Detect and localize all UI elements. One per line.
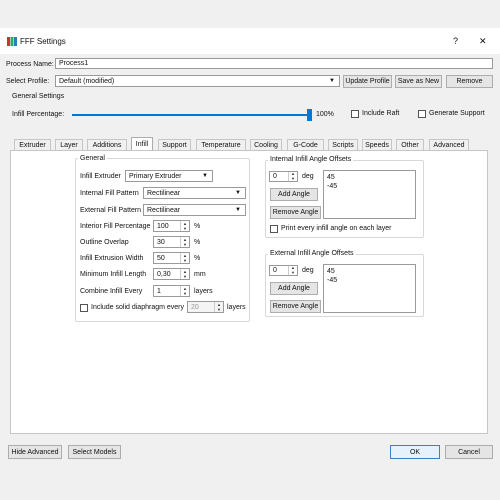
select-profile-label: Select Profile: [6,78,50,85]
combine-infill-value: 1 [157,287,161,295]
select-models-button[interactable]: Select Models [68,445,121,459]
infill-percentage-value: 100% [316,111,334,118]
internal-angle-list[interactable]: 45 -45 [323,170,416,219]
help-icon[interactable]: ? [453,36,458,46]
minimum-infill-length-label: Minimum Infill Length [80,271,147,278]
internal-remove-angle-button[interactable]: Remove Angle [270,206,321,219]
interior-fill-percentage-label: Interior Fill Percentage [80,223,151,230]
hide-advanced-button[interactable]: Hide Advanced [8,445,62,459]
app-icon [7,37,17,48]
chevron-down-icon: ▼ [202,173,208,179]
infill-extrusion-width-spinbox[interactable]: 50 ▲ ▼ [153,252,190,264]
list-item[interactable]: 45 [327,173,412,182]
minimum-infill-length-spinbox[interactable]: 0,30 ▲ ▼ [153,268,190,280]
internal-fill-pattern-label: Internal Fill Pattern [80,190,139,197]
interior-fill-percentage-spinbox[interactable]: 100 ▲ ▼ [153,220,190,232]
combine-infill-spinbox[interactable]: 1 ▲ ▼ [153,285,190,297]
external-angle-spinbox[interactable]: 0 ▲ ▼ [269,265,298,276]
minimum-infill-length-unit: mm [194,271,206,278]
profile-dropdown-value: Default (modified) [59,77,115,85]
external-fill-pattern-dropdown[interactable]: Rectilinear ▼ [143,204,246,216]
solid-diaphragm-value: 20 [191,303,199,311]
save-as-new-button[interactable]: Save as New [395,75,442,88]
spin-arrows-icon[interactable]: ▲ ▼ [288,172,297,181]
spin-arrows-icon[interactable]: ▲ ▼ [180,286,189,296]
print-every-angle-checkbox[interactable] [270,225,278,233]
infill-extrusion-width-value: 50 [157,254,165,262]
infill-slider-fill [72,114,312,116]
tab-infill[interactable]: Infill [131,137,153,151]
combine-infill-unit: layers [194,288,213,295]
infill-percentage-label: Infill Percentage: [12,111,65,118]
internal-angle-spinbox[interactable]: 0 ▲ ▼ [269,171,298,182]
profile-dropdown[interactable]: Default (modified) ▼ [55,75,340,87]
internal-angle-spin-value: 0 [273,173,277,180]
process-name-input[interactable]: Process1 [55,58,493,69]
internal-fill-pattern-dropdown[interactable]: Rectilinear ▼ [143,187,246,199]
generate-support-checkbox[interactable] [418,110,426,118]
infill-extruder-value: Primary Extruder [129,172,182,180]
infill-extrusion-width-unit: % [194,255,201,262]
internal-angles-title: Internal Infill Angle Offsets [268,156,354,163]
solid-diaphragm-spinbox[interactable]: 20 ▲ ▼ [187,301,224,313]
fff-settings-window: FFF Settings ? ✕ Process Name: Process1 … [0,0,500,500]
cancel-button[interactable]: Cancel [445,445,493,459]
interior-fill-percentage-value: 100 [157,222,169,230]
generate-support-label: Generate Support [429,110,485,117]
spin-arrows-icon[interactable]: ▲ ▼ [214,302,223,312]
external-angle-unit: deg [302,267,314,274]
external-fill-pattern-label: External Fill Pattern [80,207,142,214]
title-bar: FFF Settings ? ✕ [0,28,500,54]
solid-diaphragm-unit: layers [227,304,246,311]
infill-slider-handle[interactable] [307,109,312,121]
combine-infill-label: Combine Infill Every [80,288,143,295]
solid-diaphragm-checkbox[interactable] [80,304,88,312]
chevron-down-icon: ▼ [329,78,335,84]
spin-arrows-icon[interactable]: ▲ ▼ [180,221,189,231]
print-every-angle-label: Print every infill angle on each layer [281,225,392,232]
list-item[interactable]: -45 [327,182,412,191]
include-raft-label: Include Raft [362,110,400,117]
outline-overlap-unit: % [194,239,201,246]
minimum-infill-length-value: 0,30 [157,270,171,278]
solid-diaphragm-label: Include solid diaphragm every [91,304,184,311]
external-add-angle-button[interactable]: Add Angle [270,282,318,295]
infill-extruder-label: Infill Extruder [80,173,121,180]
process-name-label: Process Name: [6,61,54,68]
window-title: FFF Settings [20,37,66,46]
spin-arrows-icon[interactable]: ▲ ▼ [180,253,189,263]
chevron-down-icon: ▼ [235,207,241,213]
remove-profile-button[interactable]: Remove [446,75,493,88]
infill-extruder-dropdown[interactable]: Primary Extruder ▼ [125,170,213,182]
close-icon[interactable]: ✕ [479,36,487,47]
spin-arrows-icon[interactable]: ▲ ▼ [180,237,189,247]
internal-angle-unit: deg [302,173,314,180]
chevron-down-icon: ▼ [235,190,241,196]
include-raft-checkbox[interactable] [351,110,359,118]
outline-overlap-spinbox[interactable]: 30 ▲ ▼ [153,236,190,248]
external-angle-spin-value: 0 [273,267,277,274]
general-group-title: General [78,155,107,162]
spin-arrows-icon[interactable]: ▲ ▼ [180,269,189,279]
ok-button[interactable]: OK [390,445,440,459]
outline-overlap-value: 30 [157,238,165,246]
external-angles-title: External Infill Angle Offsets [268,250,356,257]
list-item[interactable]: -45 [327,276,412,285]
external-angle-list[interactable]: 45 -45 [323,264,416,313]
list-item[interactable]: 45 [327,267,412,276]
internal-fill-pattern-value: Rectilinear [147,189,181,197]
general-settings-title: General Settings [12,93,65,100]
outline-overlap-label: Outline Overlap [80,239,129,246]
update-profile-button[interactable]: Update Profile [343,75,392,88]
internal-add-angle-button[interactable]: Add Angle [270,188,318,201]
infill-extrusion-width-label: Infill Extrusion Width [80,255,144,262]
external-remove-angle-button[interactable]: Remove Angle [270,300,321,313]
external-fill-pattern-value: Rectilinear [147,206,181,214]
interior-fill-unit: % [194,223,201,230]
spin-arrows-icon[interactable]: ▲ ▼ [288,266,297,275]
